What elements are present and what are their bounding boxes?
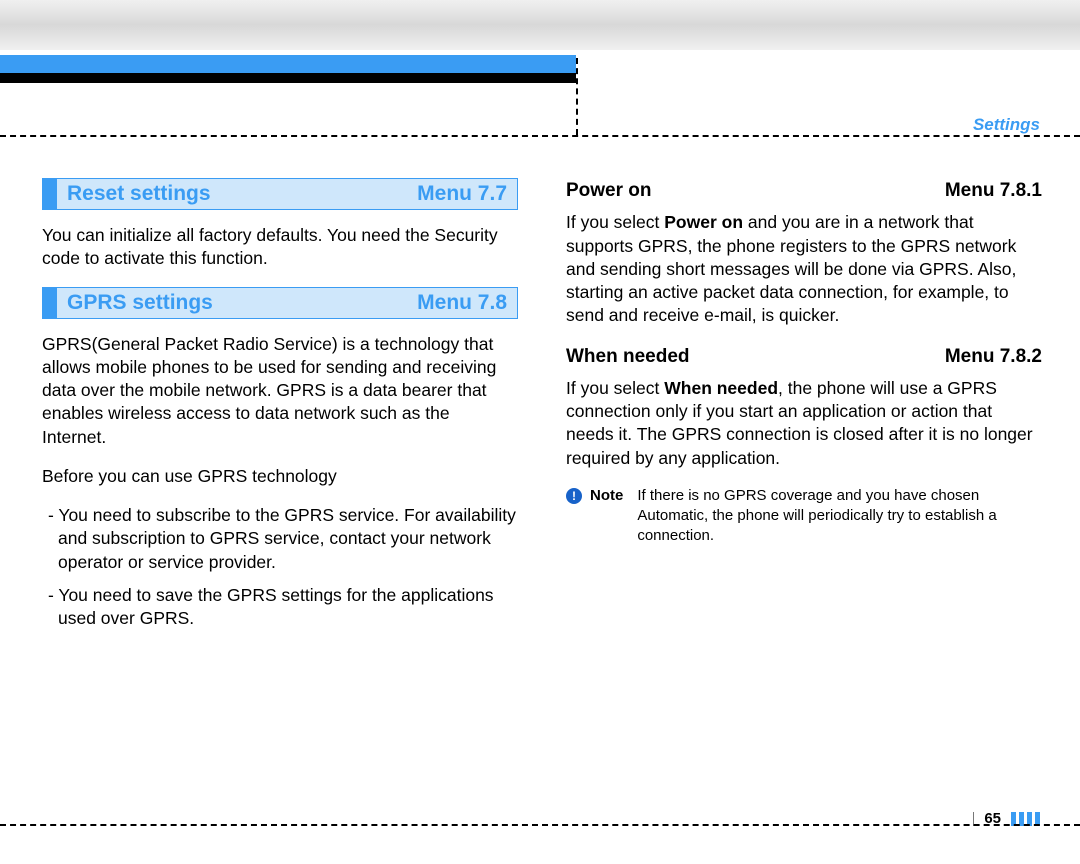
gprs-before: Before you can use GPRS technology — [42, 465, 518, 488]
when-needed-body: If you select When needed, the phone wil… — [566, 377, 1042, 470]
heading-accent — [43, 288, 57, 318]
info-icon: ! — [566, 488, 582, 504]
list-item: - You need to subscribe to the GPRS serv… — [42, 504, 518, 574]
vertical-dashed-rule — [576, 58, 578, 135]
subhead-menu-ref: Menu 7.8.1 — [945, 178, 1042, 203]
note-body: If there is no GPRS coverage and you hav… — [637, 486, 1042, 547]
heading-body: GPRS settings Menu 7.8 — [57, 288, 517, 318]
reset-settings-body: You can initialize all factory defaults.… — [42, 224, 518, 271]
heading-title: Reset settings — [67, 180, 211, 208]
left-column: Reset settings Menu 7.7 You can initiali… — [42, 178, 518, 640]
when-needed-subhead: When needed Menu 7.8.2 — [566, 344, 1042, 369]
header-black-bar — [0, 73, 576, 83]
power-on-subhead: Power on Menu 7.8.1 — [566, 178, 1042, 203]
text: If you select — [566, 212, 664, 232]
note-label: Note — [590, 486, 623, 547]
gprs-intro: GPRS(General Packet Radio Service) is a … — [42, 333, 518, 449]
power-on-body: If you select Power on and you are in a … — [566, 211, 1042, 327]
section-label: Settings — [973, 115, 1040, 135]
text: If you select — [566, 378, 664, 398]
right-column: Power on Menu 7.8.1 If you select Power … — [566, 178, 1042, 640]
gprs-settings-heading: GPRS settings Menu 7.8 — [42, 287, 518, 319]
note-row: ! Note If there is no GPRS coverage and … — [566, 486, 1042, 547]
page-body: Reset settings Menu 7.7 You can initiali… — [42, 178, 1042, 640]
bold-term: Power on — [664, 212, 743, 232]
heading-menu-ref: Menu 7.8 — [417, 289, 507, 317]
header-grey-bar — [0, 0, 1080, 50]
subhead-title: Power on — [566, 178, 652, 203]
header-blue-bar — [0, 55, 576, 73]
reset-settings-heading: Reset settings Menu 7.7 — [42, 178, 518, 210]
subhead-menu-ref: Menu 7.8.2 — [945, 344, 1042, 369]
list-item: - You need to save the GPRS settings for… — [42, 584, 518, 631]
bottom-dashed-rule — [0, 824, 1080, 826]
top-dashed-rule — [0, 135, 1080, 137]
bold-term: When needed — [664, 378, 778, 398]
subhead-title: When needed — [566, 344, 690, 369]
heading-body: Reset settings Menu 7.7 — [57, 179, 517, 209]
gprs-bullet-list: - You need to subscribe to the GPRS serv… — [42, 504, 518, 630]
heading-accent — [43, 179, 57, 209]
heading-title: GPRS settings — [67, 289, 213, 317]
heading-menu-ref: Menu 7.7 — [417, 180, 507, 208]
